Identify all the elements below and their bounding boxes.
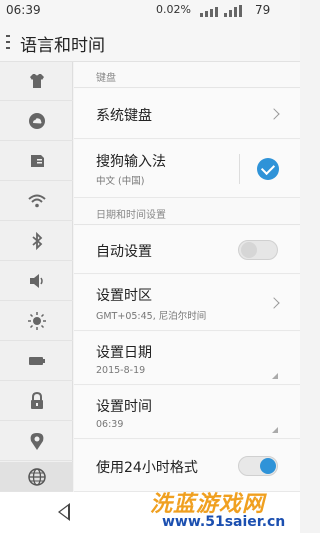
auto-set-toggle[interactable] [238, 240, 278, 260]
auto-set-row[interactable]: 自动设置 [74, 226, 300, 274]
settings-panel: 键盘 系统键盘 搜狗输入法 中文 (中国) 日期和时间设置 自动设置 设置时区 … [74, 62, 300, 492]
location-icon [30, 433, 43, 450]
section-header-datetime: 日期和时间设置 [74, 199, 300, 225]
timezone-label: 设置时区 [96, 288, 152, 304]
dropdown-corner-icon [272, 427, 278, 433]
sogou-ime-sub: 中文 (中国) [96, 176, 145, 187]
timezone-sub: GMT+05:45, 尼泊尔时间 [96, 311, 207, 322]
page-title: 语言和时间 [20, 36, 105, 56]
battery-icon [28, 357, 45, 365]
sogou-ime-label: 搜狗输入法 [96, 154, 166, 170]
sidebar-item-wifi[interactable] [0, 182, 73, 221]
checkmark-icon[interactable] [257, 158, 279, 180]
signal-icon [200, 5, 242, 17]
globe-icon [27, 467, 46, 486]
date-row[interactable]: 设置日期 2015-8-19 [74, 332, 300, 385]
network-speed: 0.02% [156, 3, 191, 16]
sidebar-item-language[interactable] [0, 462, 73, 492]
sidebar [0, 62, 73, 492]
toggle-knob [241, 242, 257, 258]
sidebar-item-location[interactable] [0, 422, 73, 461]
lock-icon [30, 391, 43, 409]
brightness-icon [27, 312, 46, 330]
date-label: 设置日期 [96, 345, 152, 361]
toggle-knob [260, 458, 276, 474]
time-sub: 06:39 [96, 419, 124, 430]
menu-icon[interactable] [6, 35, 10, 49]
watermark-url: www.51saier.cn [162, 514, 286, 530]
time-label: 设置时间 [96, 399, 152, 415]
sogou-ime-row[interactable]: 搜狗输入法 中文 (中国) [74, 140, 300, 198]
sidebar-item-sim[interactable] [0, 142, 73, 181]
row-divider [239, 154, 240, 184]
format24-label: 使用24小时格式 [96, 460, 198, 476]
sidebar-item-battery[interactable] [0, 342, 73, 381]
auto-set-label: 自动设置 [96, 244, 152, 260]
section-header-keyboard: 键盘 [74, 62, 300, 88]
sidebar-item-bluetooth[interactable] [0, 222, 73, 261]
sidebar-item-theme[interactable] [0, 62, 73, 101]
battery-level: 79 [255, 3, 271, 17]
back-icon[interactable] [58, 503, 70, 521]
speaker-icon [29, 274, 43, 288]
system-keyboard-label: 系统键盘 [96, 108, 152, 124]
sidebar-item-cloud[interactable] [0, 102, 73, 141]
format24-row[interactable]: 使用24小时格式 [74, 440, 300, 492]
sidebar-item-sound[interactable] [0, 262, 73, 301]
date-sub: 2015-8-19 [96, 365, 146, 376]
shirt-icon [29, 74, 44, 88]
sim-card-icon [30, 155, 44, 167]
system-keyboard-row[interactable]: 系统键盘 [74, 89, 300, 139]
chevron-right-icon [268, 108, 280, 120]
wifi-icon [27, 194, 46, 208]
chevron-right-icon [268, 297, 280, 309]
title-bar: 语言和时间 [0, 22, 300, 62]
bluetooth-icon [31, 231, 42, 251]
status-time: 06:39 [6, 3, 41, 17]
status-bar: 06:39 0.02% 79 [0, 0, 300, 22]
sidebar-item-security[interactable] [0, 382, 73, 421]
dropdown-corner-icon [272, 373, 278, 379]
cloud-icon [28, 113, 45, 129]
format24-toggle[interactable] [238, 456, 278, 476]
time-row[interactable]: 设置时间 06:39 [74, 386, 300, 439]
sidebar-item-display[interactable] [0, 302, 73, 341]
timezone-row[interactable]: 设置时区 GMT+05:45, 尼泊尔时间 [74, 275, 300, 331]
